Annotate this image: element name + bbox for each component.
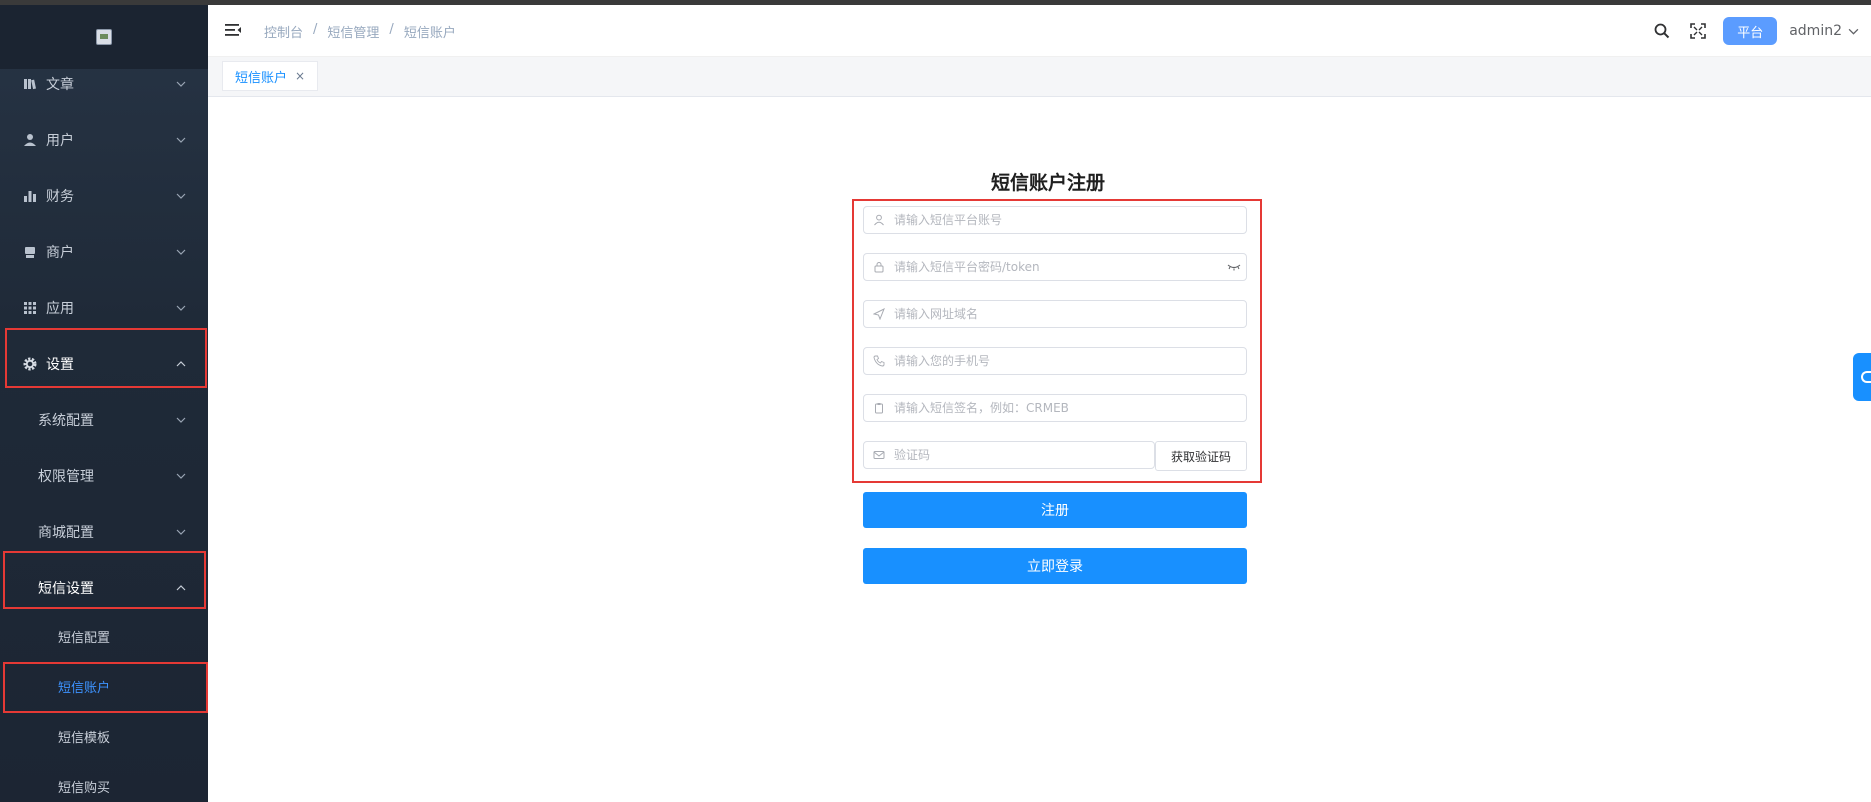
get-code-button[interactable]: 获取验证码 — [1155, 441, 1247, 471]
top-header: 控制台 / 短信管理 / 短信账户 平台 admin2 — [208, 5, 1871, 57]
sidebar-item-label: 短信账户 — [58, 680, 111, 696]
code-field[interactable] — [863, 441, 1155, 469]
sign-field[interactable] — [863, 394, 1247, 422]
chevron-down-icon — [176, 529, 186, 535]
sidebar-item-label: 短信配置 — [58, 630, 111, 646]
mail-icon — [864, 449, 894, 461]
sidebar-item-sms-purchase[interactable]: 短信购买 — [0, 761, 208, 802]
chevron-down-icon — [176, 473, 186, 479]
account-input[interactable] — [894, 213, 1246, 227]
sidebar-item-sms-settings[interactable]: 短信设置 — [0, 560, 208, 616]
platform-button[interactable]: 平台 — [1723, 17, 1778, 45]
chevron-down-icon — [176, 193, 186, 199]
sidebar-item-label: 系统配置 — [38, 413, 94, 429]
tab-label: 短信账户 — [235, 70, 288, 86]
send-icon — [864, 308, 894, 320]
form-title: 短信账户注册 — [990, 172, 1105, 194]
breadcrumb-separator: / — [313, 22, 318, 37]
sidebar-item-apps[interactable]: 应用 — [0, 280, 208, 336]
login-button[interactable]: 立即登录 — [863, 548, 1247, 584]
sidebar-item-label: 短信设置 — [38, 581, 94, 597]
sidebar-item-settings[interactable]: 设置 — [0, 336, 208, 392]
chevron-down-icon — [176, 417, 186, 423]
chevron-up-icon — [176, 585, 186, 591]
sidebar-item-label: 用户 — [46, 133, 74, 149]
chevron-down-icon — [176, 249, 186, 255]
main-content: 短信账户注册 请输入短信平台账号 请输入网址域名 请输入您的手机号 请输入短信签… — [208, 98, 1871, 802]
sidebar-item-permissions[interactable]: 权限管理 — [0, 448, 208, 504]
chevron-down-icon — [176, 81, 186, 87]
settings-drawer-handle[interactable] — [1853, 353, 1871, 401]
sidebar-item-label: 财务 — [46, 189, 74, 205]
sign-input[interactable] — [894, 401, 1246, 415]
sidebar-item-users[interactable]: 用户 — [0, 112, 208, 168]
gear-icon — [22, 356, 38, 372]
sidebar-item-label: 权限管理 — [38, 469, 94, 485]
close-icon[interactable]: × — [295, 69, 305, 83]
sidebar-item-label: 文章 — [46, 77, 74, 93]
sidebar-item-label: 商城配置 — [38, 525, 94, 541]
lock-icon — [864, 261, 894, 273]
phone-input[interactable] — [894, 354, 1246, 368]
header-actions: 平台 admin2 — [1651, 5, 1871, 57]
sidebar: 文章 用户 财务 商户 应用 设置 系统配置 权限管理 商城配置 短信设置 短信… — [0, 5, 208, 802]
tab-sms-account[interactable]: 短信账户 × — [222, 61, 319, 91]
sidebar-item-articles[interactable]: 文章 — [0, 56, 208, 112]
book-icon — [22, 76, 38, 92]
tabs-bar: 短信账户 × — [208, 57, 1871, 97]
code-input[interactable] — [894, 448, 1154, 462]
chevron-down-icon — [176, 305, 186, 311]
sidebar-item-label: 商户 — [46, 245, 74, 261]
sidebar-item-sms-account[interactable]: 短信账户 — [0, 661, 208, 711]
breadcrumb-item-dashboard[interactable]: 控制台 — [264, 22, 303, 41]
breadcrumb-item-sms-management[interactable]: 短信管理 — [327, 22, 379, 41]
search-icon[interactable] — [1651, 20, 1673, 42]
sidebar-item-label: 设置 — [46, 357, 74, 373]
domain-input[interactable] — [894, 307, 1246, 321]
password-input[interactable] — [894, 260, 1222, 274]
sidebar-item-merchants[interactable]: 商户 — [0, 224, 208, 280]
bar-chart-icon — [22, 188, 38, 204]
password-field[interactable] — [863, 253, 1247, 281]
phone-field[interactable] — [863, 347, 1247, 375]
user-icon — [22, 132, 38, 148]
user-menu[interactable]: admin2 — [1789, 23, 1859, 39]
sidebar-item-system-config[interactable]: 系统配置 — [0, 392, 208, 448]
sidebar-item-label: 短信购买 — [58, 780, 111, 796]
broken-logo-image-icon — [96, 29, 112, 45]
chevron-down-icon — [1848, 28, 1859, 35]
phone-icon — [864, 355, 894, 367]
fullscreen-icon[interactable] — [1687, 20, 1709, 42]
username: admin2 — [1789, 23, 1842, 39]
sidebar-item-finance[interactable]: 财务 — [0, 168, 208, 224]
chevron-up-icon — [176, 361, 186, 367]
account-field[interactable] — [863, 206, 1247, 234]
breadcrumb-separator: / — [389, 22, 394, 37]
clipboard-icon — [864, 402, 894, 414]
eye-closed-icon[interactable] — [1222, 262, 1246, 272]
user-icon — [864, 214, 894, 226]
sidebar-item-sms-template[interactable]: 短信模板 — [0, 711, 208, 761]
sidebar-item-sms-config[interactable]: 短信配置 — [0, 611, 208, 661]
store-icon — [22, 244, 38, 260]
sidebar-item-label: 应用 — [46, 301, 74, 317]
breadcrumb: 控制台 / 短信管理 / 短信账户 — [264, 22, 456, 41]
register-button[interactable]: 注册 — [863, 492, 1247, 528]
gear-icon — [1861, 371, 1871, 383]
grid-icon — [22, 300, 38, 316]
sidebar-item-label: 短信模板 — [58, 730, 111, 746]
chevron-down-icon — [176, 137, 186, 143]
domain-field[interactable] — [863, 300, 1247, 328]
menu-fold-icon[interactable] — [224, 21, 242, 39]
breadcrumb-item-sms-account: 短信账户 — [403, 26, 456, 41]
sidebar-item-store-config[interactable]: 商城配置 — [0, 504, 208, 560]
